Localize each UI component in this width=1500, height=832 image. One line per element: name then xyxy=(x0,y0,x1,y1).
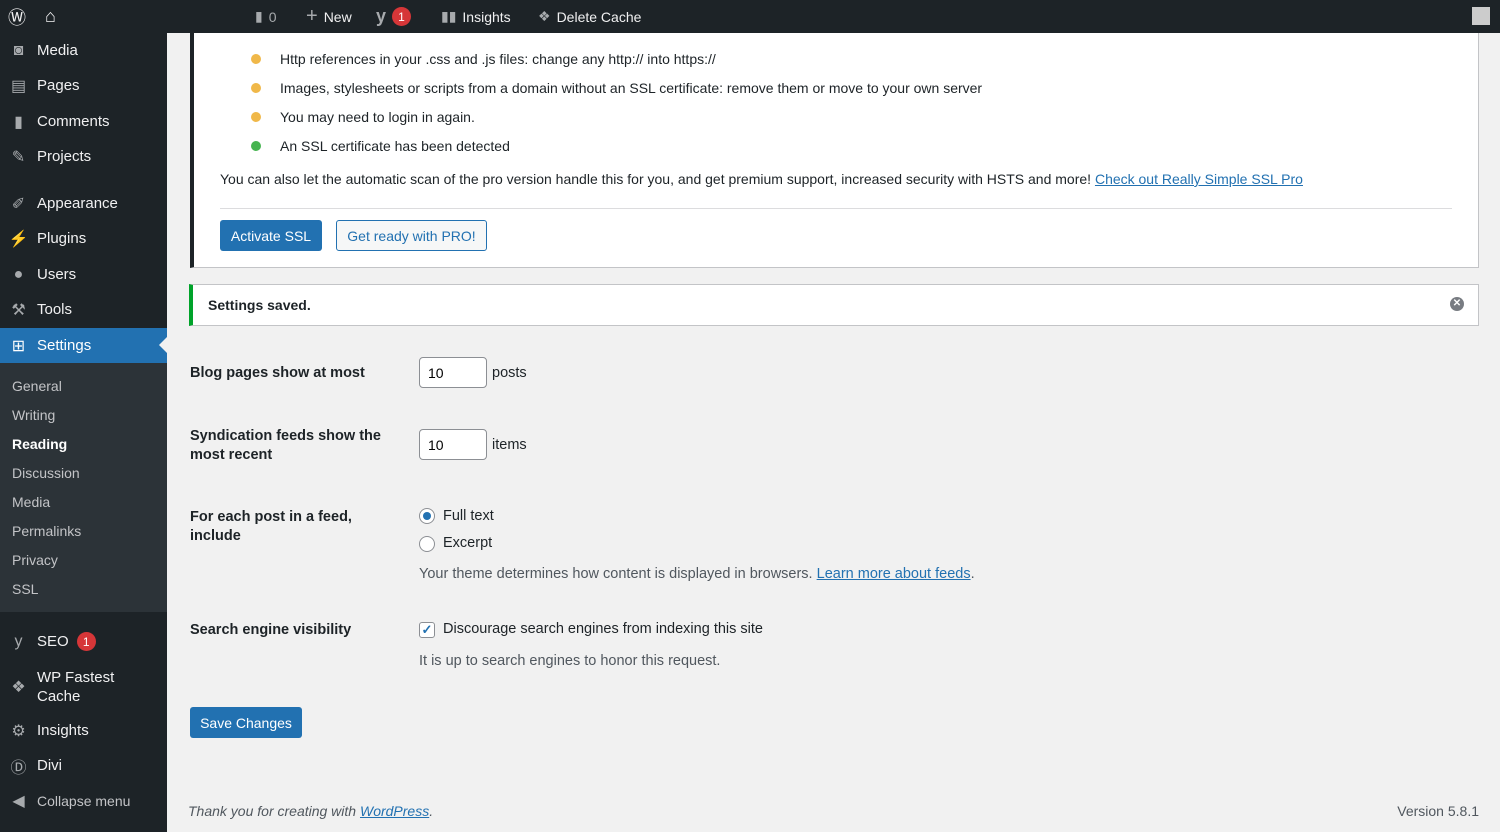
seo-badge: 1 xyxy=(76,632,96,651)
submenu-ssl[interactable]: SSL xyxy=(12,581,38,597)
bar-chart-icon: ▮▮ xyxy=(441,8,457,24)
sidebar-item-users[interactable]: ● Users xyxy=(0,257,167,292)
sidebar-item-pages[interactable]: ▤ Pages xyxy=(0,68,167,103)
sidebar-item-tools[interactable]: ⚒ Tools xyxy=(0,292,167,327)
discourage-search-label[interactable]: Discourage search engines from indexing … xyxy=(443,621,763,637)
submenu-reading[interactable]: Reading xyxy=(12,436,67,452)
search-description: It is up to search engines to honor this… xyxy=(419,653,721,669)
seo-badge: 1 xyxy=(392,7,412,26)
dismiss-icon[interactable]: ✕ xyxy=(1450,297,1464,311)
settings-icon: ⊞ xyxy=(11,337,26,355)
pin-icon: ✎ xyxy=(11,148,26,166)
pro-text: You can also let the automatic scan of t… xyxy=(220,171,1303,187)
collapse-menu-button[interactable]: ◀ Collapse menu xyxy=(0,783,167,818)
ssl-item: Images, stylesheets or scripts from a do… xyxy=(251,80,982,96)
yoast-icon: y xyxy=(14,632,23,650)
settings-submenu: General Writing Reading Discussion Media… xyxy=(0,363,167,612)
discourage-search-checkbox[interactable]: ✓ xyxy=(419,622,435,638)
ssl-notice-box: Http references in your .css and .js fil… xyxy=(190,33,1479,268)
plus-icon: + xyxy=(306,5,318,27)
comments-icon: ▮ xyxy=(14,113,23,131)
yoast-icon: y xyxy=(376,6,387,26)
sidebar-item-divi[interactable]: Ⓓ Divi xyxy=(0,748,167,783)
pro-link[interactable]: Check out Really Simple SSL Pro xyxy=(1095,171,1303,187)
insights-link[interactable]: ▮▮ Insights xyxy=(441,0,511,33)
feeds-input[interactable] xyxy=(419,429,487,460)
divider xyxy=(220,208,1452,209)
warning-dot-icon xyxy=(251,83,261,93)
cheetah-icon: ❖ xyxy=(538,8,551,24)
footer-thanks: Thank you for creating with WordPress. xyxy=(188,803,434,819)
posts-unit: posts xyxy=(492,365,527,381)
sidebar-item-settings[interactable]: ⊞ Settings xyxy=(0,328,167,363)
success-dot-icon xyxy=(251,141,261,151)
submenu-writing[interactable]: Writing xyxy=(12,407,55,423)
insights-icon: ⚙ xyxy=(11,722,26,740)
sidebar-item-insights[interactable]: ⚙ Insights xyxy=(0,713,167,748)
sidebar-item-plugins[interactable]: ⚡ Plugins xyxy=(0,221,167,256)
blog-pages-input[interactable] xyxy=(419,357,487,388)
pages-icon: ▤ xyxy=(10,77,27,95)
home-icon[interactable]: ⌂ xyxy=(45,0,56,33)
warning-dot-icon xyxy=(251,112,261,122)
comment-icon: ▮ xyxy=(255,8,263,24)
media-icon: ◙ xyxy=(13,41,24,59)
full-text-radio[interactable] xyxy=(419,508,435,524)
avatar[interactable] xyxy=(1472,7,1490,25)
sidebar-item-projects[interactable]: ✎ Projects xyxy=(0,139,167,174)
wpfc-label: WP Fastest Cache xyxy=(37,669,115,705)
sidebar-item-seo[interactable]: y SEO 1 xyxy=(0,624,167,659)
wordpress-logo-icon[interactable]: Ⓦ xyxy=(8,0,26,33)
settings-saved-notice: Settings saved. ✕ xyxy=(189,284,1479,326)
sidebar-item-comments[interactable]: ▮ Comments xyxy=(0,104,167,139)
new-link[interactable]: + New xyxy=(306,0,352,33)
warning-dot-icon xyxy=(251,54,261,64)
ssl-item: An SSL certificate has been detected xyxy=(251,138,510,154)
submenu-general[interactable]: General xyxy=(12,378,62,394)
learn-feeds-link[interactable]: Learn more about feeds xyxy=(817,566,971,582)
seo-link[interactable]: y1 xyxy=(376,0,412,33)
admin-sidebar: ◙ Media ▤ Pages ▮ Comments ✎ Projects ✐ Appea… xyxy=(0,33,167,832)
submenu-discussion[interactable]: Discussion xyxy=(12,465,80,481)
blog-pages-label: Blog pages show at most xyxy=(190,365,365,381)
search-visibility-label: Search engine visibility xyxy=(190,622,352,638)
submenu-privacy[interactable]: Privacy xyxy=(12,552,58,568)
version-text: Version 5.8.1 xyxy=(1397,803,1479,819)
save-changes-button[interactable]: Save Changes xyxy=(190,707,302,738)
sidebar-item-wp-fastest-cache[interactable]: ❖ WP Fastest Cache xyxy=(0,667,167,707)
comments-link[interactable]: ▮ 0 xyxy=(255,0,277,33)
excerpt-label[interactable]: Excerpt xyxy=(443,535,492,551)
get-pro-button[interactable]: Get ready with PRO! xyxy=(336,220,487,251)
divi-icon: Ⓓ xyxy=(10,759,27,777)
ssl-item: You may need to login in again. xyxy=(251,109,475,125)
feeds-label: Syndication feeds show the most recent xyxy=(190,428,381,463)
wrench-icon: ⚒ xyxy=(11,301,26,319)
full-text-label[interactable]: Full text xyxy=(443,508,494,524)
admin-bar: Ⓦ ⌂ ▮ 0 + New y1 ▮▮ Insights ❖ Delete Cache xyxy=(0,0,1500,33)
feed-include-label: For each post in a feed, include xyxy=(190,509,352,544)
sidebar-item-media[interactable]: ◙ Media xyxy=(0,33,167,68)
collapse-icon: ◀ xyxy=(12,792,25,810)
delete-cache-link[interactable]: ❖ Delete Cache xyxy=(538,0,641,33)
items-unit: items xyxy=(492,437,527,453)
activate-ssl-button[interactable]: Activate SSL xyxy=(220,220,322,251)
plugin-icon: ⚡ xyxy=(8,230,29,248)
feed-description: Your theme determines how content is dis… xyxy=(419,566,975,582)
excerpt-radio[interactable] xyxy=(419,536,435,552)
user-icon: ● xyxy=(13,265,24,283)
wordpress-link[interactable]: WordPress xyxy=(360,803,429,819)
ssl-item: Http references in your .css and .js fil… xyxy=(251,51,716,67)
submenu-permalinks[interactable]: Permalinks xyxy=(12,523,81,539)
brush-icon: ✐ xyxy=(11,195,26,213)
sidebar-item-appearance[interactable]: ✐ Appearance xyxy=(0,186,167,221)
submenu-media[interactable]: Media xyxy=(12,494,50,510)
cheetah-icon: ❖ xyxy=(11,678,26,696)
